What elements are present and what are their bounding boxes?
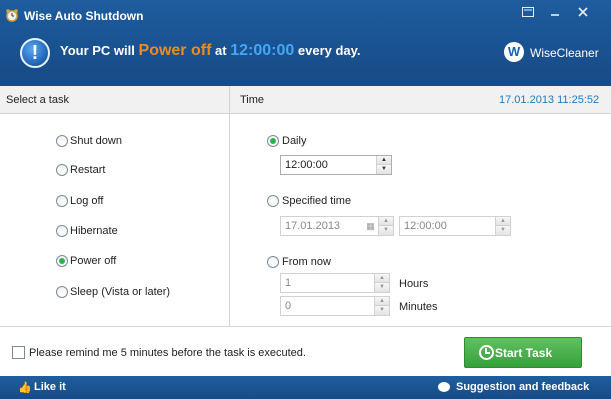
banner-time: 12:00:00 <box>230 42 295 59</box>
app-clock-icon <box>6 9 18 22</box>
spin-up-icon[interactable]: ▲ <box>379 217 393 226</box>
minutes-field[interactable]: 0 ▲ ▼ <box>280 296 390 316</box>
time-header: Time <box>240 94 265 106</box>
task-header: Select a task <box>6 94 69 106</box>
task-restart-radio[interactable] <box>56 164 68 176</box>
task-shut-down-radio[interactable] <box>56 135 68 147</box>
daily-time-field[interactable]: 12:00:00 ▲ ▼ <box>280 155 392 175</box>
spin-down-icon[interactable]: ▼ <box>377 165 391 174</box>
column-divider <box>229 86 230 326</box>
task-sleep-radio[interactable] <box>56 286 68 298</box>
specified-time-label: Specified time <box>282 195 352 207</box>
menu-icon <box>522 7 534 17</box>
start-task-button[interactable]: Start Task <box>464 337 582 368</box>
spin-up-icon[interactable]: ▲ <box>375 297 389 306</box>
thumbs-up-icon: 👍 <box>18 382 32 394</box>
hours-value: 1 <box>285 277 292 289</box>
brand-name: WiseCleaner <box>530 46 599 60</box>
specified-time-radio[interactable] <box>267 195 279 207</box>
spin-down-icon[interactable]: ▼ <box>375 306 389 315</box>
specified-time-spinner[interactable]: ▲ ▼ <box>495 217 510 235</box>
minimize-button[interactable] <box>545 3 565 21</box>
spin-down-icon[interactable]: ▼ <box>379 226 393 235</box>
from-now-label: From now <box>282 256 331 268</box>
task-sleep-label: Sleep (Vista or later) <box>70 286 171 298</box>
title-bar: Wise Auto Shutdown ! Your PC will Power … <box>0 0 611 86</box>
daily-label: Daily <box>282 135 307 147</box>
schedule-banner: Your PC will Power off at 12:00:00 every… <box>60 42 361 60</box>
daily-radio[interactable] <box>267 135 279 147</box>
spin-up-icon[interactable]: ▲ <box>496 217 510 226</box>
daily-time-spinner[interactable]: ▲ ▼ <box>376 156 391 174</box>
minimize-icon <box>551 14 559 16</box>
exclamation-icon: ! <box>20 38 50 68</box>
start-task-label: Start Task <box>495 346 553 360</box>
minutes-label: Minutes <box>399 301 438 313</box>
specified-time-value: 12:00:00 <box>404 220 447 232</box>
banner-prefix: Your PC will <box>60 43 135 58</box>
task-power-off-radio[interactable] <box>56 255 68 267</box>
spin-up-icon[interactable]: ▲ <box>375 274 389 283</box>
task-shut-down-label: Shut down <box>70 135 122 147</box>
remind-checkbox[interactable] <box>12 346 25 359</box>
banner-at: at <box>215 43 227 58</box>
hours-field[interactable]: 1 ▲ ▼ <box>280 273 390 293</box>
suggestion-feedback-label: Suggestion and feedback <box>456 381 590 393</box>
menu-button[interactable] <box>518 3 538 21</box>
like-it-label: Like it <box>34 381 66 393</box>
task-hibernate-radio[interactable] <box>56 225 68 237</box>
current-datetime: 17.01.2013 11:25:52 <box>499 94 600 106</box>
close-icon <box>578 7 588 17</box>
task-log-off-label: Log off <box>70 195 104 207</box>
spin-up-icon[interactable]: ▲ <box>377 156 391 165</box>
from-now-radio[interactable] <box>267 256 279 268</box>
calendar-icon[interactable]: ▦ <box>364 217 377 235</box>
wisecleaner-logo-icon: W <box>504 42 524 62</box>
remind-label: Please remind me 5 minutes before the ta… <box>29 347 306 359</box>
minutes-value: 0 <box>285 300 292 312</box>
daily-time-value: 12:00:00 <box>285 159 328 171</box>
task-power-off-label: Power off <box>70 255 117 267</box>
speech-bubble-icon <box>438 382 450 392</box>
hours-label: Hours <box>399 278 429 290</box>
specified-time-field[interactable]: 12:00:00 ▲ ▼ <box>399 216 511 236</box>
footer-bar: 👍 Like it Suggestion and feedback <box>0 376 611 399</box>
specified-date-field[interactable]: 17.01.2013 ▦ ▲ ▼ <box>280 216 394 236</box>
minutes-spinner[interactable]: ▲ ▼ <box>374 297 389 315</box>
hours-spinner[interactable]: ▲ ▼ <box>374 274 389 292</box>
alarm-clock-icon <box>479 345 494 360</box>
banner-action: Power off <box>138 42 212 59</box>
task-log-off-radio[interactable] <box>56 195 68 207</box>
window-title: Wise Auto Shutdown <box>24 9 144 23</box>
spin-down-icon[interactable]: ▼ <box>375 283 389 292</box>
bottom-divider <box>0 326 611 327</box>
specified-date-value: 17.01.2013 <box>285 220 341 232</box>
section-header: Select a task Time 17.01.2013 11:25:52 <box>0 86 611 114</box>
task-restart-label: Restart <box>70 164 106 176</box>
banner-suffix: every day. <box>297 43 361 58</box>
close-button[interactable] <box>573 3 593 21</box>
specified-date-spinner[interactable]: ▲ ▼ <box>378 217 393 235</box>
task-hibernate-label: Hibernate <box>70 225 118 237</box>
spin-down-icon[interactable]: ▼ <box>496 226 510 235</box>
